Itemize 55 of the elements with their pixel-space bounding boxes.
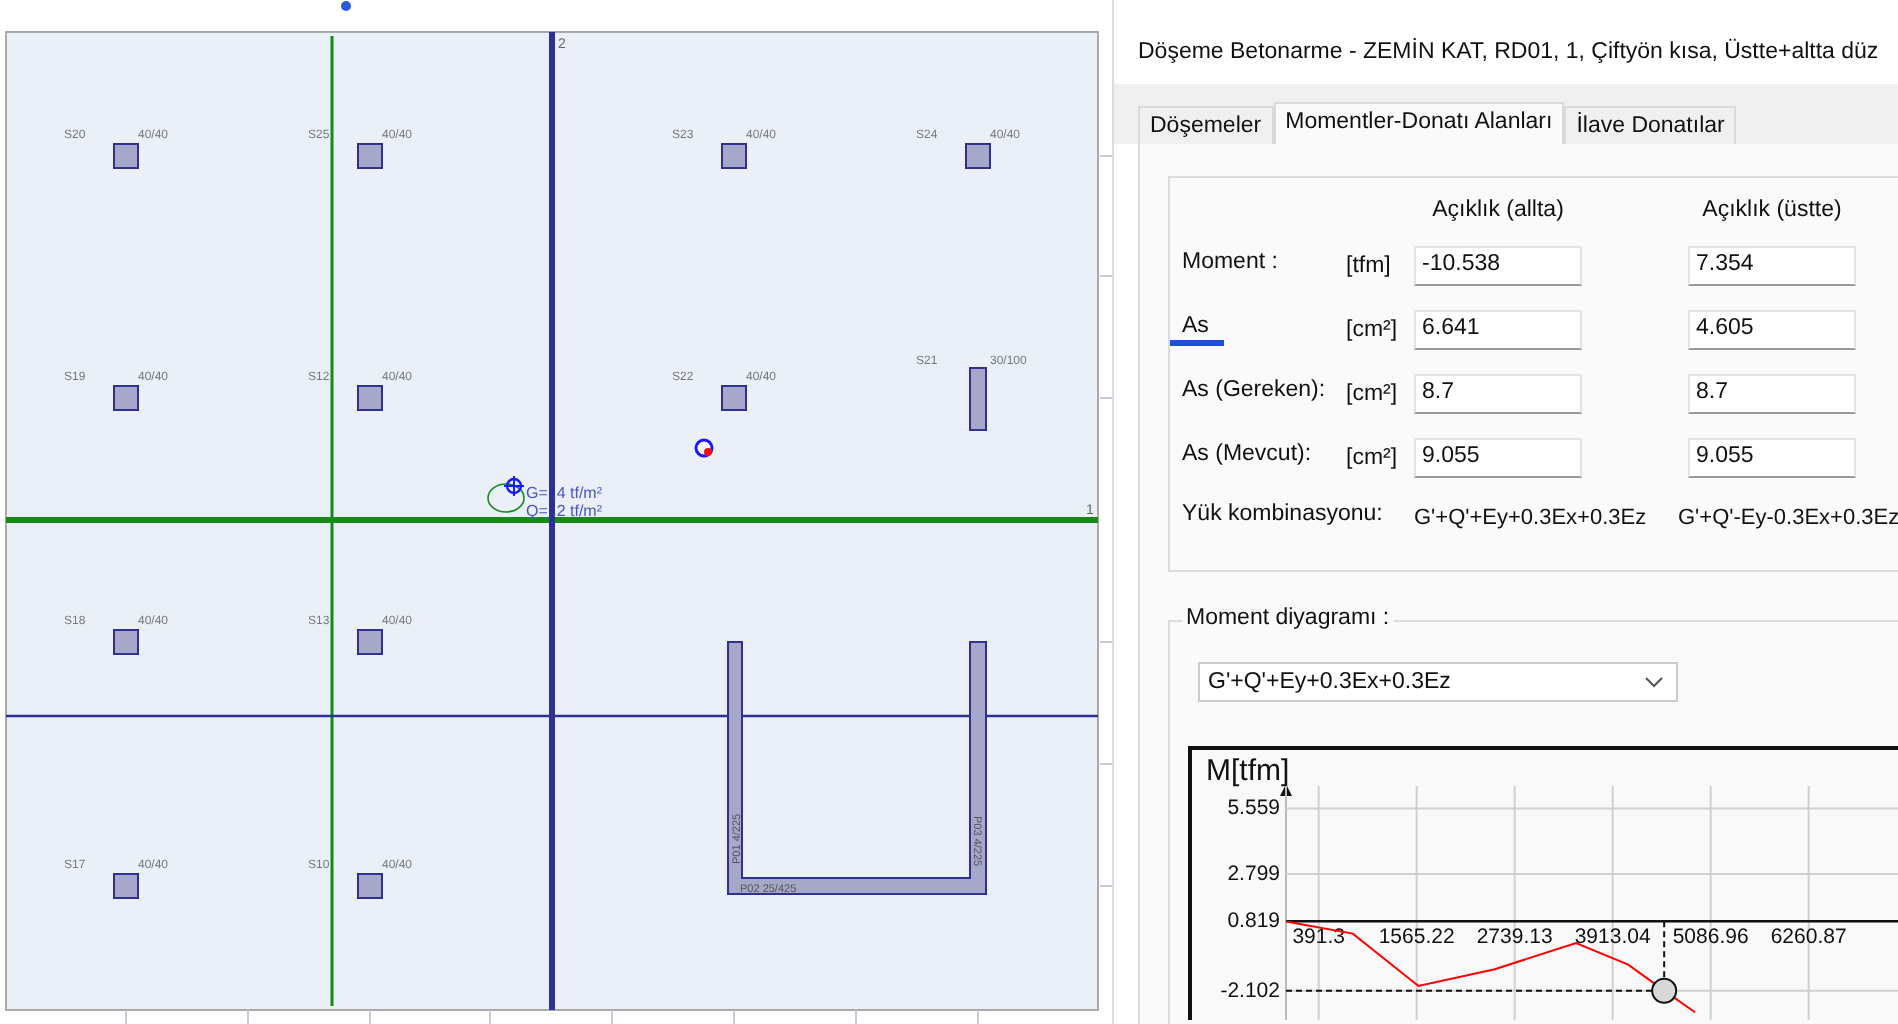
- x-tick-label: 5086.96: [1672, 925, 1749, 950]
- column-shape: [357, 143, 383, 169]
- value-field[interactable]: 6.641: [1414, 310, 1582, 350]
- y-tick-label: 5.559: [1227, 796, 1280, 821]
- window-title: Döşeme Betonarme - ZEMİN KAT, RD01, 1, Çiftyön kısa, Üstte+altta düz: [1136, 36, 1881, 68]
- tab[interactable]: Momentler-Donatı Alanları: [1273, 102, 1565, 144]
- unit-label: [cm²]: [1346, 382, 1400, 406]
- combination-value: G'+Q'-Ey-0.3Ex+0.3Ez: [1678, 506, 1898, 530]
- row-label: Moment :: [1180, 250, 1280, 278]
- tab[interactable]: İlave Donatılar: [1564, 106, 1737, 144]
- y-tick-label: 2.799: [1227, 862, 1280, 887]
- column-shape: [969, 367, 987, 431]
- row-label: As: [1170, 314, 1225, 346]
- unit-label: [tfm]: [1346, 254, 1393, 278]
- column-shape: [721, 385, 747, 411]
- column-shape: [357, 873, 383, 899]
- column-shape: [357, 629, 383, 655]
- x-tick-label: 391.3: [1292, 925, 1345, 950]
- row-label: Yük kombinasyonu:: [1180, 502, 1385, 530]
- node-marker-icon: [694, 438, 714, 458]
- x-tick-label: 3913.04: [1574, 925, 1651, 950]
- unit-label: [cm²]: [1346, 318, 1400, 342]
- x-tick-label: 6260.87: [1770, 925, 1847, 950]
- y-axis-title: M[tfm]: [1206, 754, 1290, 788]
- unit-label: [cm²]: [1346, 446, 1400, 470]
- column-shape: [721, 143, 747, 169]
- dot-icon[interactable]: [341, 1, 351, 11]
- column-shape: [113, 385, 139, 411]
- axis-arrow-icon: [1280, 784, 1292, 796]
- combination-dropdown[interactable]: G'+Q'+Ey+0.3Ex+0.3Ez: [1198, 662, 1678, 702]
- column-shape: [113, 143, 139, 169]
- value-field[interactable]: 4.605: [1688, 310, 1856, 350]
- column-shape: [113, 629, 139, 655]
- tab[interactable]: Döşemeler: [1138, 106, 1274, 144]
- point-marker-icon: [1651, 977, 1678, 1004]
- x-tick-label: 2739.13: [1476, 925, 1553, 950]
- value-field[interactable]: 8.7: [1688, 374, 1856, 414]
- y-tick-label: 0.819: [1227, 909, 1280, 934]
- slab-marker-icon: [487, 475, 525, 513]
- column-header: Açıklık (allta): [1430, 198, 1566, 222]
- value-field[interactable]: 8.7: [1414, 374, 1582, 414]
- group-label: Moment diyagramı :: [1182, 606, 1394, 630]
- column-shape: [113, 873, 139, 899]
- value-field[interactable]: 9.055: [1688, 438, 1856, 478]
- value-field[interactable]: 7.354: [1688, 246, 1856, 286]
- column-shape: [357, 385, 383, 411]
- column-header: Açıklık (üstte): [1700, 198, 1844, 222]
- row-label: As (Gereken):: [1180, 378, 1328, 406]
- value-field[interactable]: 9.055: [1414, 438, 1582, 478]
- chevron-down-icon: [1644, 676, 1664, 688]
- y-tick-label: -2.102: [1220, 978, 1280, 1003]
- column-shape: [965, 143, 991, 169]
- value-field[interactable]: -10.538: [1414, 246, 1582, 286]
- x-tick-label: 1565.22: [1378, 925, 1455, 950]
- row-label: As (Mevcut):: [1180, 442, 1314, 470]
